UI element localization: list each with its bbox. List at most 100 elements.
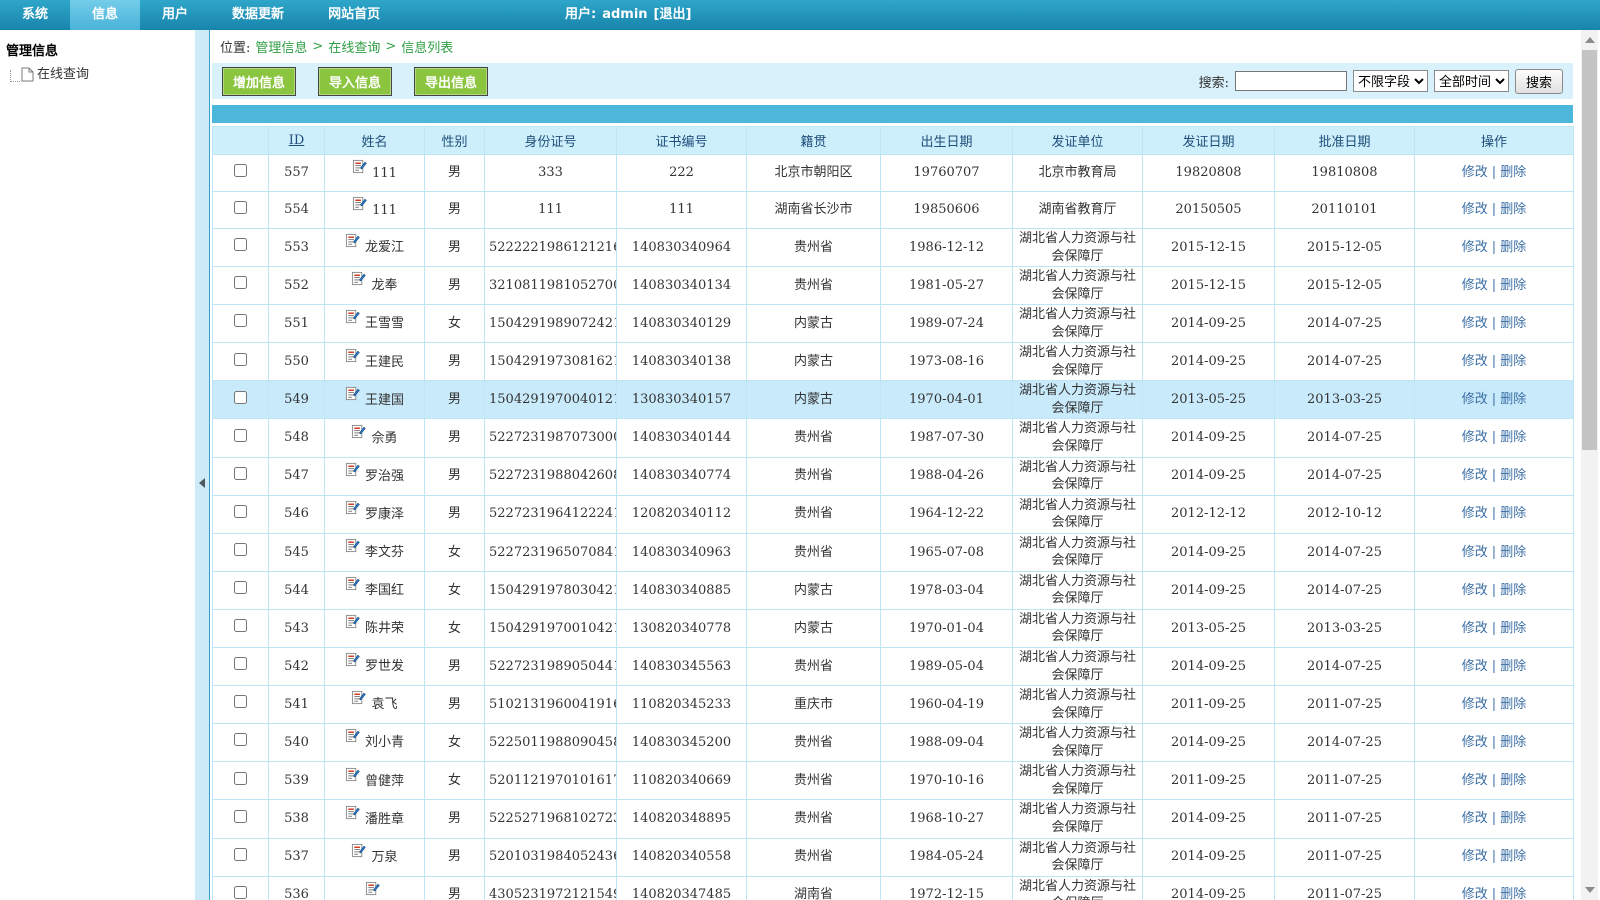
edit-link[interactable]: 修改 — [1462, 430, 1488, 445]
edit-link[interactable]: 修改 — [1462, 392, 1488, 407]
delete-link[interactable]: 删除 — [1500, 697, 1526, 712]
edit-link[interactable]: 修改 — [1462, 811, 1488, 826]
import-info-button[interactable]: 导入信息 — [318, 67, 392, 96]
edit-link[interactable]: 修改 — [1462, 545, 1488, 560]
edit-doc-icon[interactable] — [345, 386, 360, 407]
delete-link[interactable]: 删除 — [1500, 392, 1526, 407]
edit-link[interactable]: 修改 — [1462, 697, 1488, 712]
edit-link[interactable]: 修改 — [1462, 278, 1488, 293]
delete-link[interactable]: 删除 — [1500, 506, 1526, 521]
breadcrumb-link-3[interactable]: 信息列表 — [401, 37, 453, 56]
edit-doc-icon[interactable] — [365, 881, 380, 900]
delete-link[interactable]: 删除 — [1500, 773, 1526, 788]
row-checkbox[interactable] — [234, 201, 247, 214]
row-checkbox[interactable] — [234, 733, 247, 746]
edit-doc-icon[interactable] — [351, 424, 366, 445]
delete-link[interactable]: 删除 — [1500, 468, 1526, 483]
edit-link[interactable]: 修改 — [1462, 316, 1488, 331]
delete-link[interactable]: 删除 — [1500, 887, 1526, 900]
id-sort-link[interactable]: ID — [289, 133, 305, 148]
row-checkbox[interactable] — [234, 353, 247, 366]
add-info-button[interactable]: 增加信息 — [222, 67, 296, 96]
tab-info[interactable]: 信息 — [70, 0, 140, 30]
edit-doc-icon[interactable] — [351, 690, 366, 711]
row-checkbox[interactable] — [234, 695, 247, 708]
delete-link[interactable]: 删除 — [1500, 430, 1526, 445]
row-checkbox[interactable] — [234, 429, 247, 442]
edit-doc-icon[interactable] — [351, 843, 366, 864]
edit-doc-icon[interactable] — [345, 805, 360, 826]
field-filter-select[interactable]: 不限字段 — [1353, 70, 1428, 92]
edit-doc-icon[interactable] — [345, 348, 360, 369]
edit-doc-icon[interactable] — [345, 538, 360, 559]
delete-link[interactable]: 删除 — [1500, 583, 1526, 598]
delete-link[interactable]: 删除 — [1500, 735, 1526, 750]
row-checkbox[interactable] — [234, 619, 247, 632]
breadcrumb-link-1[interactable]: 管理信息 — [255, 37, 307, 56]
edit-link[interactable]: 修改 — [1462, 468, 1488, 483]
edit-link[interactable]: 修改 — [1462, 735, 1488, 750]
tab-user[interactable]: 用户 — [140, 0, 210, 30]
row-checkbox[interactable] — [234, 276, 247, 289]
row-checkbox[interactable] — [234, 391, 247, 404]
edit-doc-icon[interactable] — [345, 614, 360, 635]
edit-link[interactable]: 修改 — [1462, 583, 1488, 598]
row-checkbox[interactable] — [234, 505, 247, 518]
row-checkbox[interactable] — [234, 581, 247, 594]
tab-system[interactable]: 系统 — [0, 0, 70, 30]
delete-link[interactable]: 删除 — [1500, 316, 1526, 331]
edit-doc-icon[interactable] — [352, 159, 367, 180]
row-checkbox[interactable] — [234, 238, 247, 251]
delete-link[interactable]: 删除 — [1500, 240, 1526, 255]
delete-link[interactable]: 删除 — [1500, 621, 1526, 636]
edit-link[interactable]: 修改 — [1462, 621, 1488, 636]
tab-site-home[interactable]: 网站首页 — [306, 0, 402, 30]
edit-doc-icon[interactable] — [345, 767, 360, 788]
edit-doc-icon[interactable] — [345, 652, 360, 673]
delete-link[interactable]: 删除 — [1500, 354, 1526, 369]
row-checkbox[interactable] — [234, 772, 247, 785]
edit-link[interactable]: 修改 — [1462, 240, 1488, 255]
delete-link[interactable]: 删除 — [1500, 545, 1526, 560]
scroll-down-arrow-icon[interactable] — [1585, 887, 1595, 893]
delete-link[interactable]: 删除 — [1500, 278, 1526, 293]
edit-doc-icon[interactable] — [352, 196, 367, 217]
edit-link[interactable]: 修改 — [1462, 202, 1488, 217]
edit-link[interactable]: 修改 — [1462, 506, 1488, 521]
edit-link[interactable]: 修改 — [1462, 849, 1488, 864]
edit-doc-icon[interactable] — [345, 233, 360, 254]
time-filter-select[interactable]: 全部时间 — [1434, 70, 1509, 92]
row-checkbox[interactable] — [234, 543, 247, 556]
edit-doc-icon[interactable] — [345, 728, 360, 749]
tab-data-update[interactable]: 数据更新 — [210, 0, 306, 30]
export-info-button[interactable]: 导出信息 — [414, 67, 488, 96]
edit-doc-icon[interactable] — [345, 500, 360, 521]
search-input[interactable] — [1235, 71, 1347, 91]
edit-link[interactable]: 修改 — [1462, 165, 1488, 180]
breadcrumb-link-2[interactable]: 在线查询 — [328, 37, 380, 56]
delete-link[interactable]: 删除 — [1500, 202, 1526, 217]
collapse-arrow-icon[interactable] — [199, 478, 205, 488]
delete-link[interactable]: 删除 — [1500, 165, 1526, 180]
edit-link[interactable]: 修改 — [1462, 773, 1488, 788]
delete-link[interactable]: 删除 — [1500, 811, 1526, 826]
edit-link[interactable]: 修改 — [1462, 354, 1488, 369]
edit-doc-icon[interactable] — [345, 309, 360, 330]
row-checkbox[interactable] — [234, 164, 247, 177]
row-checkbox[interactable] — [234, 848, 247, 861]
scrollbar-thumb[interactable] — [1582, 50, 1597, 450]
row-checkbox[interactable] — [234, 314, 247, 327]
edit-link[interactable]: 修改 — [1462, 887, 1488, 900]
sidebar-item-online-query[interactable]: 在线查询 — [10, 63, 189, 82]
row-checkbox[interactable] — [234, 657, 247, 670]
row-checkbox[interactable] — [234, 810, 247, 823]
edit-doc-icon[interactable] — [345, 462, 360, 483]
row-checkbox[interactable] — [234, 886, 247, 899]
delete-link[interactable]: 删除 — [1500, 659, 1526, 674]
edit-doc-icon[interactable] — [345, 576, 360, 597]
vertical-scrollbar[interactable] — [1581, 30, 1598, 900]
row-checkbox[interactable] — [234, 467, 247, 480]
scroll-up-arrow-icon[interactable] — [1585, 37, 1595, 43]
delete-link[interactable]: 删除 — [1500, 849, 1526, 864]
edit-link[interactable]: 修改 — [1462, 659, 1488, 674]
